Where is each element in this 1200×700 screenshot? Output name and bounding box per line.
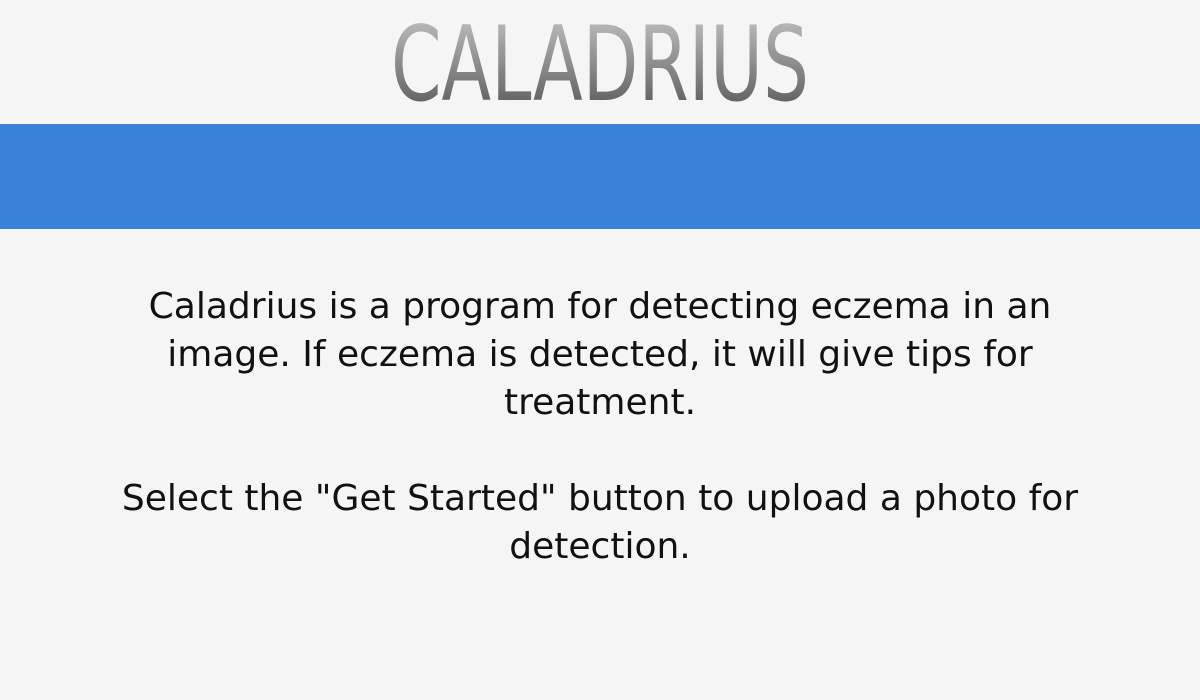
instructions-paragraph: Select the "Get Started" button to uploa… xyxy=(121,478,1079,567)
logo: CALADRIUS xyxy=(391,10,809,110)
logo-text: CALADRIUS xyxy=(391,10,809,110)
page: CALADRIUS Caladrius is a program for det… xyxy=(0,0,1200,700)
header-band xyxy=(0,124,1200,229)
header: CALADRIUS xyxy=(0,0,1200,124)
intro-paragraph: Caladrius is a program for detecting ecz… xyxy=(148,286,1052,423)
main-content: Caladrius is a program for detecting ecz… xyxy=(100,283,1100,571)
